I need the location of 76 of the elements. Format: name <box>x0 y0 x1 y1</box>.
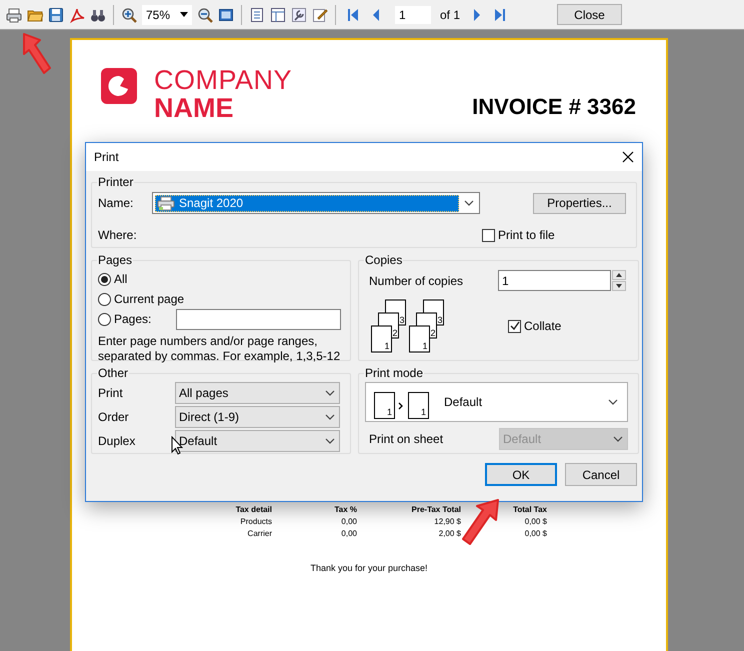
hint-text: Enter page numbers and/or page ranges, separated by commas. For example, 1,3,5-12 <box>98 334 342 364</box>
next-page-icon[interactable] <box>473 8 482 22</box>
checkbox-label: Collate <box>524 318 562 335</box>
radio-label: Pages: <box>114 311 152 328</box>
annotation-arrow <box>20 32 54 76</box>
dropdown[interactable]: All pages <box>175 382 340 404</box>
column-header: Pre-Tax Total <box>410 504 461 516</box>
field-label: Duplex <box>98 433 136 450</box>
edit-icon[interactable] <box>312 6 328 22</box>
table-cell-text: 2,00 $ <box>438 528 461 540</box>
copies-field[interactable]: 1 <box>498 270 611 291</box>
group-label: Copies <box>364 252 404 269</box>
page-range-field[interactable] <box>176 308 341 330</box>
company-name: COMPANY <box>154 66 292 94</box>
dropdown[interactable]: Direct (1-9) <box>175 406 340 428</box>
table-cell-text: 0,00 $ <box>524 516 547 528</box>
page-view-icon[interactable] <box>218 6 234 22</box>
dialog-title: Print <box>94 149 119 166</box>
print-mode-select[interactable]: 1 1 Default <box>365 382 628 422</box>
column-header: Tax % <box>333 504 357 516</box>
thank-you-note: Thank you for your purchase! <box>310 562 428 575</box>
zoom-in-icon[interactable] <box>121 6 137 22</box>
page-mapping-drawing: 1 1 <box>374 386 438 418</box>
field-label: Print on sheet <box>368 431 444 448</box>
field-label: Order <box>98 409 130 426</box>
field-label: Number of copies <box>368 272 464 290</box>
spinner-arrows-icon[interactable] <box>612 270 626 291</box>
checkbox[interactable] <box>508 320 521 332</box>
close-button[interactable]: Close <box>557 4 622 25</box>
previous-page-icon[interactable] <box>372 8 380 22</box>
printer-select[interactable]: Snagit 2020 <box>152 192 480 214</box>
properties-button[interactable]: Properties... <box>533 192 626 214</box>
radio-label: All <box>114 271 128 288</box>
dialog-button[interactable]: Cancel <box>565 463 637 486</box>
print-icon[interactable] <box>6 6 22 22</box>
zoom-out-icon[interactable] <box>197 6 213 22</box>
column-header: Total Tax <box>512 504 547 516</box>
close-icon[interactable] <box>622 151 634 163</box>
table-cell-text: 0,00 $ <box>524 528 547 540</box>
logo-icon <box>101 68 137 104</box>
radio-button[interactable] <box>98 272 111 286</box>
radio-label: Current page <box>114 291 184 308</box>
dropdown[interactable]: Default <box>175 430 340 452</box>
radio-button[interactable] <box>98 312 111 326</box>
group-label: Printer <box>97 174 134 191</box>
table-cell-text: 0,00 <box>340 516 357 528</box>
company-name: NAME <box>154 94 234 122</box>
group-label: Pages <box>97 252 134 269</box>
page-count: of 1 <box>440 6 460 24</box>
invoice-title: INVOICE # 3362 <box>472 93 636 121</box>
radio-button[interactable] <box>98 292 111 306</box>
table-cell-text: Products <box>239 516 272 528</box>
collated-pages-drawing: 3 2 1 3 2 1 <box>371 299 447 353</box>
field-label: Where: <box>98 227 138 244</box>
table-cell-text: Carrier <box>246 528 272 540</box>
field-label: Print <box>98 385 124 402</box>
group-label: Print mode <box>364 365 424 382</box>
checkbox[interactable] <box>482 228 495 242</box>
dialog-button[interactable]: OK <box>485 463 557 486</box>
page-number-field[interactable]: 1 <box>395 6 431 24</box>
checkbox-label: Print to file <box>498 227 555 244</box>
document-icon[interactable] <box>249 6 265 22</box>
group-label: Other <box>97 365 130 382</box>
save-icon[interactable] <box>48 6 64 22</box>
zoom-select[interactable]: 75% <box>142 4 192 24</box>
last-page-icon[interactable] <box>494 8 506 22</box>
field-label: Name: <box>98 195 134 212</box>
wrench-icon[interactable] <box>291 6 307 22</box>
annotation-arrow <box>460 498 502 548</box>
first-page-icon[interactable] <box>347 8 359 22</box>
layout-icon[interactable] <box>270 6 286 22</box>
printer-icon <box>157 196 175 210</box>
table-cell-text: 12,90 $ <box>433 516 461 528</box>
dropdown-arrow-icon <box>180 12 188 17</box>
column-header: Tax detail <box>234 504 272 516</box>
table-cell-text: 0,00 <box>340 528 357 540</box>
